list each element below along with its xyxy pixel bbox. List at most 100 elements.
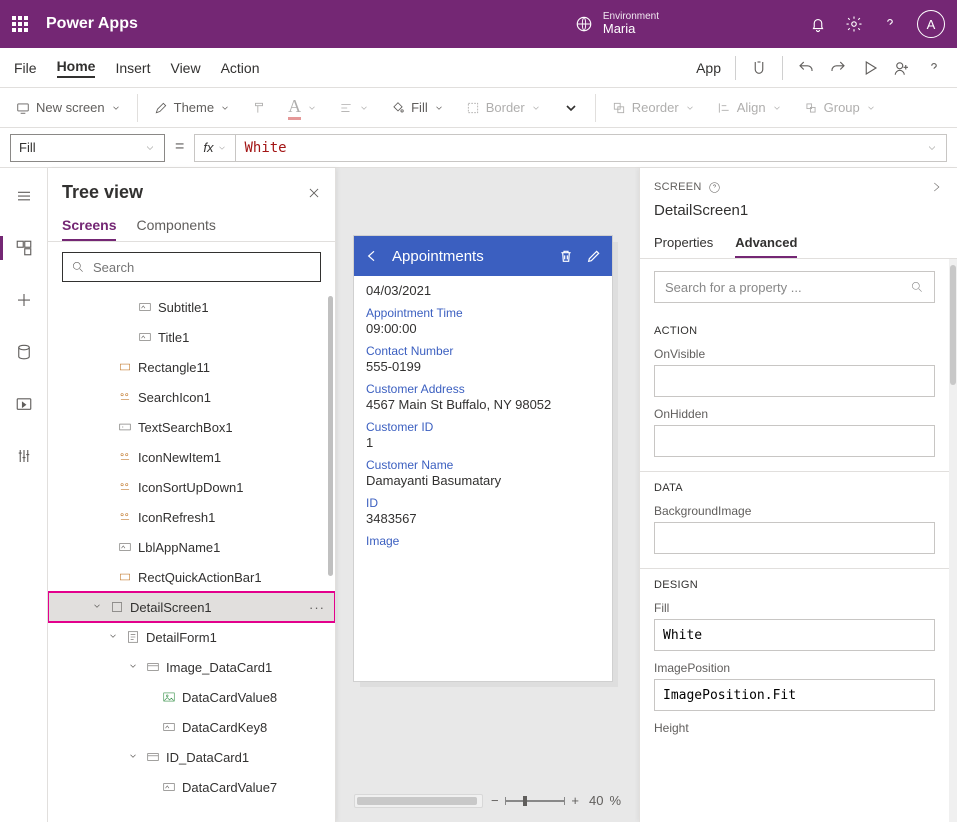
menu-action[interactable]: Action [221, 60, 260, 76]
field-label: Appointment Time [366, 306, 600, 320]
canvas-area[interactable]: Appointments 04/03/2021 Appointment Time… [336, 168, 639, 822]
tree-item[interactable]: TextSearchBox1 [48, 412, 335, 442]
scrollbar[interactable] [328, 296, 333, 576]
edit-icon[interactable] [586, 248, 602, 264]
tree-item[interactable]: ID_DataCard1 [48, 742, 335, 772]
rail-data-icon[interactable] [8, 336, 40, 368]
chevron-down-icon[interactable] [92, 601, 104, 613]
fill-button[interactable]: Fill [385, 96, 450, 119]
help-icon[interactable] [925, 59, 943, 77]
prop-label-onvisible: OnVisible [654, 347, 935, 361]
zoom-in-icon[interactable]: + [571, 793, 579, 808]
chevron-down-icon[interactable] [128, 751, 140, 763]
settings-icon[interactable] [845, 15, 863, 33]
more-options-icon[interactable]: ··· [309, 600, 325, 615]
chevron-down-icon[interactable] [128, 661, 140, 673]
rail-media-icon[interactable] [8, 388, 40, 420]
panel-type-label: SCREEN [654, 181, 702, 193]
environment-picker[interactable]: Environment Maria [575, 11, 659, 36]
prop-input-imageposition[interactable] [654, 679, 935, 711]
field-label: Customer Name [366, 458, 600, 472]
horizontal-scrollbar[interactable] [354, 794, 483, 808]
rail-advanced-tools-icon[interactable] [8, 440, 40, 472]
redo-icon[interactable] [829, 59, 847, 77]
menu-app[interactable]: App [696, 60, 721, 76]
search-placeholder: Search for a property ... [665, 280, 910, 295]
tree-item[interactable]: DataCardValue8 [48, 682, 335, 712]
expand-formula-icon[interactable] [918, 142, 946, 154]
format-painter-button [246, 97, 272, 119]
rectangle-icon [118, 360, 132, 374]
tree-item[interactable]: IconRefresh1 [48, 502, 335, 532]
theme-button[interactable]: Theme [148, 96, 236, 119]
tree-item[interactable]: DataCardKey8 [48, 712, 335, 742]
tree-item[interactable]: DataCardValue7 [48, 772, 335, 802]
prop-input-fill[interactable] [654, 619, 935, 651]
tree-item[interactable]: RectQuickActionBar1 [48, 562, 335, 592]
tree-item[interactable]: IconSortUpDown1 [48, 472, 335, 502]
rail-insert-icon[interactable] [8, 284, 40, 316]
prop-input-onvisible[interactable] [654, 365, 935, 397]
tree-view-title: Tree view [62, 182, 143, 203]
divider [782, 56, 783, 80]
align-label: Align [737, 100, 766, 115]
field-value: 3483567 [366, 511, 600, 526]
new-screen-button[interactable]: New screen [10, 96, 127, 119]
waffle-icon[interactable] [12, 16, 32, 32]
datacard-icon [146, 750, 160, 764]
tree-item[interactable]: Rectangle11 [48, 352, 335, 382]
tree-item[interactable]: DetailForm1 [48, 622, 335, 652]
prop-input-onhidden[interactable] [654, 425, 935, 457]
device-preview[interactable]: Appointments 04/03/2021 Appointment Time… [354, 236, 612, 681]
rail-tree-view-icon[interactable] [8, 232, 40, 264]
tree-item[interactable]: IconNewItem1 [48, 442, 335, 472]
tab-components[interactable]: Components [136, 211, 215, 241]
field-label: Contact Number [366, 344, 600, 358]
menu-home[interactable]: Home [57, 58, 96, 78]
tab-properties[interactable]: Properties [654, 229, 713, 258]
tree-item[interactable]: Subtitle1 [48, 292, 335, 322]
help-icon[interactable] [708, 181, 721, 194]
tree-search-box[interactable] [62, 252, 321, 282]
tree-item-detailscreen1[interactable]: DetailScreen1 ··· [48, 592, 335, 622]
app-checker-icon[interactable] [750, 59, 768, 77]
formula-input[interactable] [236, 140, 918, 156]
divider [735, 56, 736, 80]
menu-bar: File Home Insert View Action App [0, 48, 957, 88]
toolbar-overflow-icon[interactable] [557, 96, 585, 120]
help-icon[interactable] [881, 15, 899, 33]
property-search-box[interactable]: Search for a property ... [654, 271, 935, 303]
play-icon[interactable] [861, 59, 879, 77]
prop-input-backgroundimage[interactable] [654, 522, 935, 554]
user-avatar[interactable]: A [917, 10, 945, 38]
tree-item[interactable]: Title1 [48, 322, 335, 352]
tree-item[interactable]: Image_DataCard1 [48, 652, 335, 682]
undo-icon[interactable] [797, 59, 815, 77]
menu-view[interactable]: View [170, 60, 200, 76]
tab-screens[interactable]: Screens [62, 211, 116, 241]
rail-hamburger-icon[interactable] [8, 180, 40, 212]
menu-file[interactable]: File [14, 60, 37, 76]
notifications-icon[interactable] [809, 15, 827, 33]
zoom-out-icon[interactable]: − [491, 793, 499, 808]
tree-item[interactable]: SearchIcon1 [48, 382, 335, 412]
expand-panel-icon[interactable] [929, 180, 943, 194]
chevron-down-icon[interactable] [108, 631, 120, 643]
app-title: Power Apps [46, 15, 138, 33]
field-value: 4567 Main St Buffalo, NY 98052 [366, 397, 600, 412]
property-dropdown[interactable]: Fill [10, 134, 165, 162]
tree-item[interactable]: LblAppName1 [48, 532, 335, 562]
share-icon[interactable] [893, 59, 911, 77]
tab-advanced[interactable]: Advanced [735, 229, 797, 258]
scrollbar[interactable] [949, 259, 957, 822]
left-rail [0, 168, 48, 822]
menu-insert[interactable]: Insert [115, 60, 150, 76]
label-icon [138, 300, 152, 314]
fx-button[interactable]: fx [195, 135, 236, 161]
delete-icon[interactable] [558, 248, 574, 264]
zoom-unit: % [609, 793, 621, 808]
zoom-slider[interactable]: − + 40 % [491, 793, 621, 808]
back-icon[interactable] [364, 248, 380, 264]
tree-search-input[interactable] [93, 260, 312, 275]
close-panel-icon[interactable] [307, 186, 321, 200]
